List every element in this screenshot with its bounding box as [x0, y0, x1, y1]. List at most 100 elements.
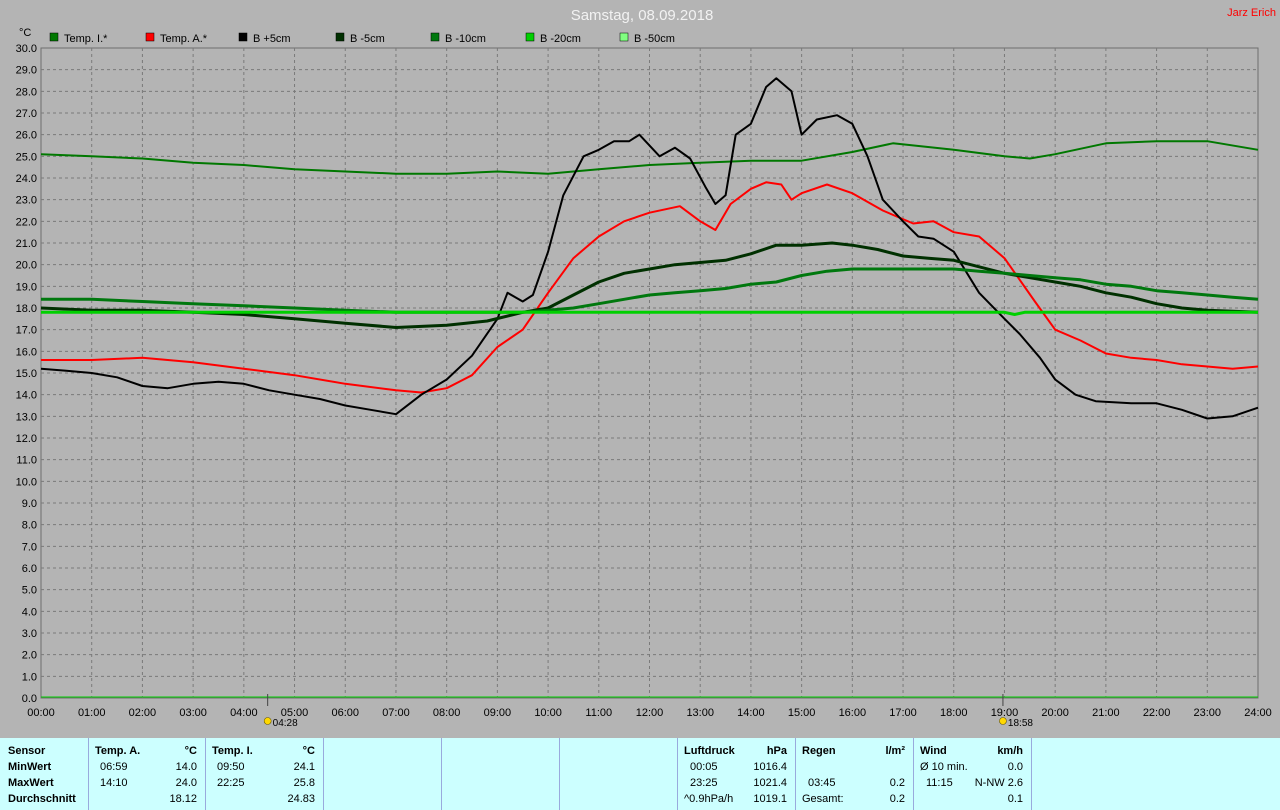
legend-label-2: B +5cm — [253, 33, 291, 45]
y-tick-label: 26.0 — [16, 130, 37, 142]
y-tick-label: 13.0 — [16, 411, 37, 423]
rain-unit: l/m² — [885, 745, 905, 757]
stats-temp-a-col: Temp. A. °C 06:59 14.0 14:10 24.0 18.12 — [89, 738, 206, 810]
pressure-min-time: 00:05 — [690, 761, 718, 773]
x-tick-label: 07:00 — [382, 707, 410, 719]
x-tick-label: 08:00 — [433, 707, 461, 719]
pressure-unit: hPa — [766, 745, 787, 757]
legend-swatch-6 — [619, 32, 629, 42]
temp-a-max: 24.0 — [175, 777, 197, 789]
stats-empty-col-3 — [560, 738, 678, 810]
pressure-title: Luftdruck — [684, 745, 735, 757]
y-tick-label: 19.0 — [16, 281, 37, 293]
x-tick-label: 21:00 — [1092, 707, 1120, 719]
stats-temp-i-col: Temp. I. °C 09:50 24.1 22:25 25.8 24.83 — [206, 738, 324, 810]
legend-label-4: B -10cm — [445, 33, 486, 45]
y-tick-label: 12.0 — [16, 433, 37, 445]
x-tick-label: 02:00 — [129, 707, 157, 719]
legend-swatch-5 — [525, 32, 535, 42]
y-tick-label: 20.0 — [16, 260, 37, 272]
x-tick-label: 13:00 — [686, 707, 714, 719]
temp-a-title: Temp. A. — [95, 745, 141, 757]
y-tick-label: 29.0 — [16, 65, 37, 77]
y-tick-label: 6.0 — [22, 563, 37, 575]
rain-total-label: Gesamt: — [802, 793, 844, 805]
sunset-icon — [999, 717, 1007, 725]
x-tick-label: 10:00 — [534, 707, 562, 719]
y-tick-label: 27.0 — [16, 108, 37, 120]
x-tick-label: 20:00 — [1041, 707, 1069, 719]
wind-avg: 0.1 — [1007, 793, 1023, 805]
y-tick-label: 0.0 — [22, 693, 37, 705]
wind-unit: km/h — [997, 745, 1023, 757]
marker-label-1: 18:58 — [1008, 718, 1033, 729]
wind-min: 0.0 — [1007, 761, 1023, 773]
legend-swatch-3 — [335, 32, 345, 42]
temp-a-avg: 18.12 — [169, 793, 197, 805]
pressure-max-time: 23:25 — [690, 777, 718, 789]
author-label: Jarz Erich — [1227, 7, 1276, 19]
y-tick-label: 23.0 — [16, 195, 37, 207]
stats-rain-col: Regen l/m² 03:45 0.2 Gesamt: 0.2 — [796, 738, 914, 810]
stats-pressure-col: Luftdruck hPa 00:05 1016.4 23:25 1021.4 … — [678, 738, 796, 810]
y-tick-label: 5.0 — [22, 585, 37, 597]
pressure-avg: 1019.1 — [753, 793, 787, 805]
rain-max-time: 03:45 — [808, 777, 836, 789]
temp-i-min-time: 09:50 — [217, 761, 245, 773]
rain-title: Regen — [802, 745, 836, 757]
x-tick-label: 24:00 — [1244, 707, 1272, 719]
legend-swatch-0 — [49, 32, 59, 42]
y-tick-label: 22.0 — [16, 216, 37, 228]
x-tick-label: 17:00 — [889, 707, 917, 719]
legend-label-0: Temp. I.* — [64, 33, 108, 45]
temp-a-min: 14.0 — [175, 761, 197, 773]
legend-swatch-1 — [145, 32, 155, 42]
temp-i-max: 25.8 — [293, 777, 315, 789]
row-label-avg: Durchschnitt — [8, 793, 76, 805]
y-tick-label: 30.0 — [16, 43, 37, 55]
temp-a-max-time: 14:10 — [100, 777, 128, 789]
x-tick-label: 14:00 — [737, 707, 765, 719]
x-tick-label: 15:00 — [788, 707, 816, 719]
stats-empty-col-2 — [442, 738, 560, 810]
pressure-min: 1016.4 — [753, 761, 787, 773]
y-tick-label: 14.0 — [16, 390, 37, 402]
legend-swatch-4 — [430, 32, 440, 42]
temp-a-unit: °C — [184, 745, 197, 757]
wind-max: N-NW 2.6 — [974, 777, 1023, 789]
legend-label-1: Temp. A.* — [160, 33, 208, 45]
rain-total: 0.2 — [889, 793, 905, 805]
marker-label-0: 04:28 — [273, 718, 298, 729]
stats-empty-col-1 — [324, 738, 442, 810]
y-tick-label: 21.0 — [16, 238, 37, 250]
x-tick-label: 00:00 — [27, 707, 55, 719]
row-label-min: MinWert — [8, 761, 52, 773]
temp-i-avg: 24.83 — [287, 793, 315, 805]
x-tick-label: 22:00 — [1143, 707, 1171, 719]
temp-i-unit: °C — [302, 745, 315, 757]
x-tick-label: 09:00 — [484, 707, 512, 719]
temp-i-max-time: 22:25 — [217, 777, 245, 789]
y-tick-label: 10.0 — [16, 476, 37, 488]
legend-swatch-2 — [238, 32, 248, 42]
y-tick-label: 16.0 — [16, 346, 37, 358]
temperature-chart: Samstag, 08.09.2018 Jarz Erich °C Temp. … — [0, 0, 1280, 738]
rain-max: 0.2 — [889, 777, 905, 789]
y-tick-label: 17.0 — [16, 325, 37, 337]
legend-label-6: B -50cm — [634, 33, 675, 45]
temp-i-title: Temp. I. — [212, 745, 253, 757]
temp-i-min: 24.1 — [293, 761, 315, 773]
x-tick-label: 23:00 — [1194, 707, 1222, 719]
y-tick-label: 3.0 — [22, 628, 37, 640]
wind-max-time: 11:15 — [926, 777, 953, 789]
stats-labels-col: Sensor MinWert MaxWert Durchschnitt — [0, 738, 89, 810]
y-tick-label: 2.0 — [22, 650, 37, 662]
temp-a-min-time: 06:59 — [100, 761, 128, 773]
y-tick-label: 7.0 — [22, 541, 37, 553]
y-tick-label: 24.0 — [16, 173, 37, 185]
x-tick-label: 16:00 — [839, 707, 867, 719]
pressure-trend: ^0.9hPa/h — [684, 793, 734, 805]
legend-label-3: B -5cm — [350, 33, 385, 45]
pressure-max: 1021.4 — [753, 777, 787, 789]
y-tick-label: 8.0 — [22, 520, 37, 532]
